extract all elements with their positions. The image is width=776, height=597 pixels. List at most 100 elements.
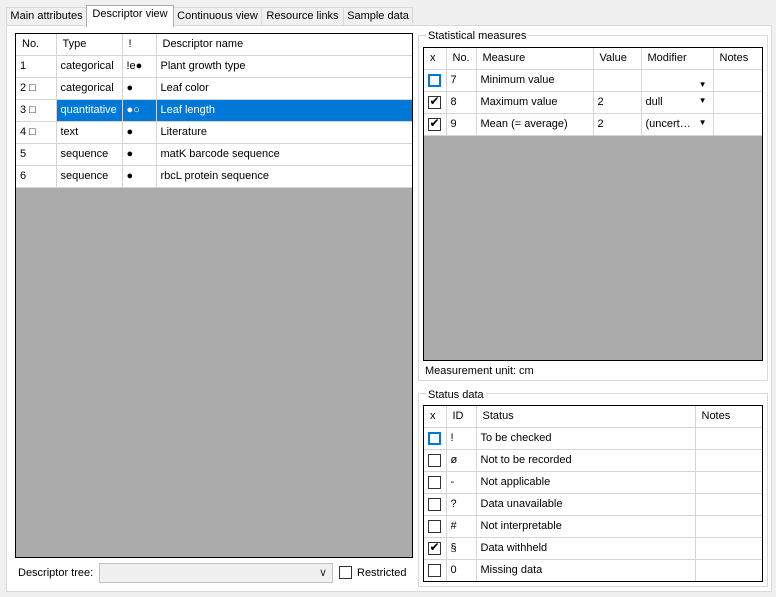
measure-row[interactable]: 7 Minimum value ▼ xyxy=(424,69,762,92)
col-header-type[interactable]: Type xyxy=(56,34,123,56)
status-notes[interactable] xyxy=(695,537,762,560)
status-row[interactable]: ✔ § Data withheld xyxy=(424,537,762,560)
status-id: - xyxy=(446,471,477,494)
col-header-modifier[interactable]: Modifier xyxy=(641,48,714,70)
col-header-notes[interactable]: Notes xyxy=(713,48,762,70)
status-checkbox[interactable]: ✔ xyxy=(428,540,441,555)
col-header-measure[interactable]: Measure xyxy=(476,48,594,70)
tab-resource-links[interactable]: Resource links xyxy=(261,7,344,26)
status-text: To be checked xyxy=(476,427,696,450)
descriptor-name: matK barcode sequence xyxy=(156,143,412,166)
status-header-row: x ID Status Notes xyxy=(424,406,762,428)
status-row[interactable]: 0 Missing data xyxy=(424,559,762,581)
measure-modifier: dull xyxy=(645,96,663,108)
measure-name: Mean (= average) xyxy=(476,113,594,136)
measure-notes[interactable] xyxy=(713,113,762,136)
status-notes[interactable] xyxy=(695,493,762,516)
descriptor-row[interactable]: 5 sequence ● matK barcode sequence xyxy=(16,143,412,166)
tab-continuous-view[interactable]: Continuous view xyxy=(173,7,262,26)
status-id: ø xyxy=(446,449,477,472)
status-notes[interactable] xyxy=(695,427,762,450)
dropdown-arrow-icon[interactable]: ▼ xyxy=(699,96,707,105)
measure-modifier-select[interactable]: (uncert… ▼ xyxy=(641,113,714,136)
status-notes[interactable] xyxy=(695,471,762,494)
tab-descriptor-view[interactable]: Descriptor view xyxy=(86,5,174,27)
descriptor-row-selected[interactable]: 3 □ quantitative ●○ Leaf length xyxy=(16,99,412,122)
col-header-notes[interactable]: Notes xyxy=(695,406,762,428)
measure-modifier-select[interactable]: ▼ xyxy=(641,69,714,92)
status-checkbox[interactable] xyxy=(428,475,441,489)
status-text: Missing data xyxy=(476,559,696,581)
descriptor-grid[interactable]: No. Type ! Descriptor name 1 categorical… xyxy=(15,33,413,558)
descriptor-header-row: No. Type ! Descriptor name xyxy=(16,34,412,56)
descriptor-no: 3 □ xyxy=(16,99,57,122)
measure-modifier-select[interactable]: dull ▼ xyxy=(641,91,714,114)
descriptor-no: 1 xyxy=(16,55,57,78)
status-row[interactable]: # Not interpretable xyxy=(424,515,762,538)
col-header-status[interactable]: Status xyxy=(476,406,696,428)
descriptor-row[interactable]: 2 □ categorical ● Leaf color xyxy=(16,77,412,100)
measure-notes[interactable] xyxy=(713,91,762,114)
col-header-flag[interactable]: ! xyxy=(122,34,157,56)
descriptor-row[interactable]: 4 □ text ● Literature xyxy=(16,121,412,144)
status-notes[interactable] xyxy=(695,515,762,538)
status-checkbox[interactable] xyxy=(428,519,441,533)
descriptor-name: rbcL protein sequence xyxy=(156,165,412,188)
status-row[interactable]: ø Not to be recorded xyxy=(424,449,762,472)
col-header-value[interactable]: Value xyxy=(593,48,642,70)
measure-checkbox[interactable] xyxy=(428,73,441,87)
measure-checkbox[interactable]: ✔ xyxy=(428,115,441,131)
col-header-id[interactable]: ID xyxy=(446,406,477,428)
col-header-x[interactable]: x xyxy=(424,406,447,428)
statistical-header-row: x No. Measure Value Modifier Notes xyxy=(424,48,762,70)
measure-notes[interactable] xyxy=(713,69,762,92)
status-grid[interactable]: x ID Status Notes ! To be checked ø Not … xyxy=(423,405,763,582)
status-row[interactable]: ? Data unavailable xyxy=(424,493,762,516)
dropdown-arrow-icon[interactable]: ▼ xyxy=(699,80,707,89)
chevron-down-icon: ∨ xyxy=(318,567,327,579)
measure-row[interactable]: ✔ 9 Mean (= average) 2 (uncert… ▼ xyxy=(424,113,762,136)
col-header-no[interactable]: No. xyxy=(446,48,477,70)
col-header-no[interactable]: No. xyxy=(16,34,57,56)
status-text: Data withheld xyxy=(476,537,696,560)
col-header-x[interactable]: x xyxy=(424,48,447,70)
status-checkbox[interactable] xyxy=(428,453,441,467)
measure-row[interactable]: ✔ 8 Maximum value 2 dull ▼ xyxy=(424,91,762,114)
descriptor-tree-label: Descriptor tree: xyxy=(18,567,94,579)
descriptor-row[interactable]: 1 categorical !e● Plant growth type xyxy=(16,55,412,78)
descriptor-no: 5 xyxy=(16,143,57,166)
descriptor-row[interactable]: 6 sequence ● rbcL protein sequence xyxy=(16,165,412,188)
descriptor-flag: ● xyxy=(122,165,157,188)
measure-modifier: (uncert… xyxy=(645,118,691,130)
measure-value[interactable]: 2 xyxy=(593,113,642,136)
descriptor-no: 6 xyxy=(16,165,57,188)
status-checkbox[interactable] xyxy=(428,431,441,445)
status-notes[interactable] xyxy=(695,449,762,472)
measure-value[interactable]: 2 xyxy=(593,91,642,114)
descriptor-flag: ● xyxy=(122,121,157,144)
dropdown-arrow-icon[interactable]: ▼ xyxy=(699,118,707,127)
restricted-checkbox[interactable] xyxy=(339,566,352,579)
descriptor-flag: ●○ xyxy=(122,99,157,122)
measure-name: Minimum value xyxy=(476,69,594,92)
col-header-descriptor-name[interactable]: Descriptor name xyxy=(156,34,412,56)
status-row[interactable]: - Not applicable xyxy=(424,471,762,494)
descriptor-tree-select[interactable]: ∨ xyxy=(99,563,333,583)
tab-sample-data[interactable]: Sample data xyxy=(343,7,413,26)
descriptor-flag: !e● xyxy=(122,55,157,78)
status-notes[interactable] xyxy=(695,559,762,581)
descriptor-flag: ● xyxy=(122,143,157,166)
measure-checkbox[interactable]: ✔ xyxy=(428,93,441,109)
checkmark-icon: ✔ xyxy=(429,115,440,130)
tab-main-attributes[interactable]: Main attributes xyxy=(6,7,87,26)
checkmark-icon: ✔ xyxy=(429,93,440,108)
statistical-grid[interactable]: x No. Measure Value Modifier Notes 7 Min… xyxy=(423,47,763,361)
measure-value[interactable] xyxy=(593,69,642,92)
status-id: 0 xyxy=(446,559,477,581)
descriptor-no: 4 □ xyxy=(16,121,57,144)
status-checkbox[interactable] xyxy=(428,497,441,511)
descriptor-type: text xyxy=(56,121,123,144)
status-row[interactable]: ! To be checked xyxy=(424,427,762,450)
status-text: Not applicable xyxy=(476,471,696,494)
status-checkbox[interactable] xyxy=(428,563,441,577)
